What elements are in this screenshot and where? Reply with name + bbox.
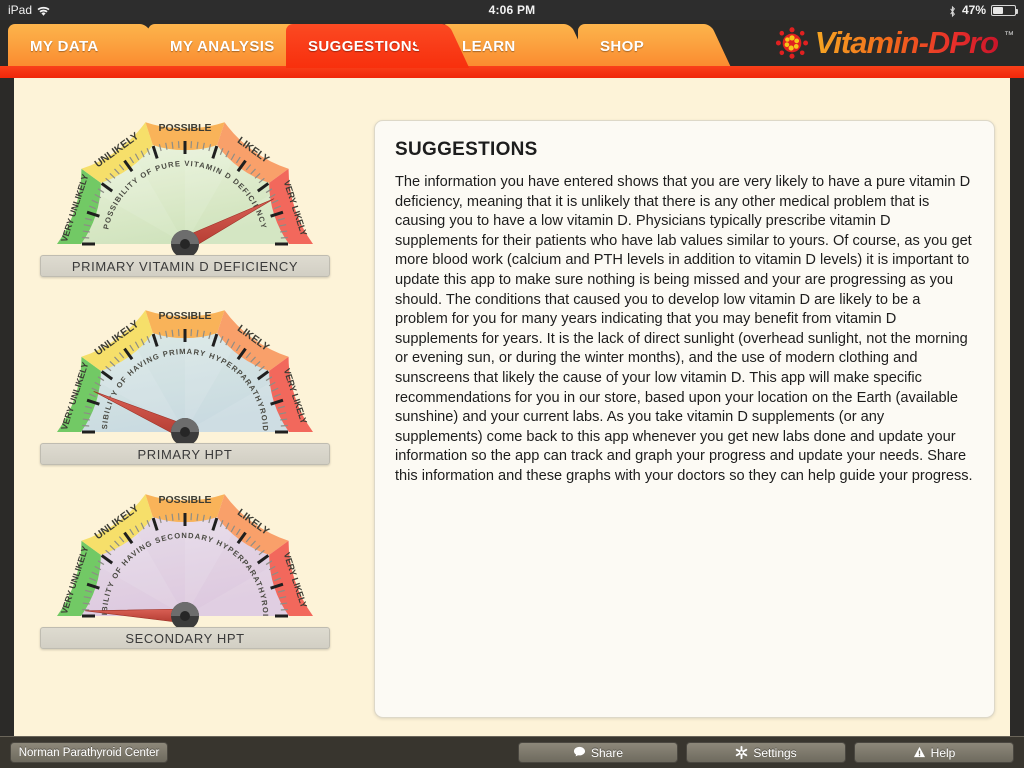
trademark-symbol: ™ — [1004, 30, 1014, 41]
svg-text:POSSIBLE: POSSIBLE — [158, 494, 211, 506]
panel-title: SUGGESTIONS — [395, 139, 538, 160]
battery-icon — [991, 4, 1018, 16]
gear-icon — [735, 746, 748, 759]
tab-my-data[interactable]: MY DATA — [8, 24, 168, 68]
gauge-secondary-hpt: VERY UNLIKELY UNLIKELY POSSIBLE LIKELY VERY … — [40, 480, 330, 649]
norman-parathyroid-center-button[interactable]: Norman Parathyroid Center — [10, 742, 168, 763]
tab-underline-bar — [0, 66, 1024, 78]
app-window: iPad 4:06 PM 47% MY DATA MY ANALYSIS SUG… — [0, 0, 1024, 768]
button-label: Share — [590, 745, 624, 760]
help-button[interactable]: Help — [854, 742, 1014, 763]
svg-text:POSSIBLE: POSSIBLE — [158, 122, 211, 134]
app-logo: Vitamin-DPro ™ — [775, 22, 1014, 64]
tab-label: MY DATA — [30, 37, 99, 55]
bluetooth-icon — [948, 5, 957, 18]
ios-status-bar: iPad 4:06 PM 47% — [0, 0, 1024, 20]
tab-label: MY ANALYSIS — [170, 37, 275, 55]
bottom-toolbar: Norman Parathyroid Center Share Settings… — [0, 736, 1024, 768]
tab-label: LEARN — [462, 37, 516, 55]
gauge-dial: VERY UNLIKELY UNLIKELY POSSIBLE LIKELY VERY … — [40, 108, 330, 258]
gauge-primary-hpt: VERY UNLIKELY UNLIKELY POSSIBLE LIKELY VERY … — [40, 296, 330, 465]
gauge-dial: VERY UNLIKELY UNLIKELY POSSIBLE LIKELY VERY … — [40, 296, 330, 446]
svg-text:POSSIBLE: POSSIBLE — [158, 310, 211, 322]
tab-label: SUGGESTIONS — [308, 37, 423, 55]
gauge-dial: VERY UNLIKELY UNLIKELY POSSIBLE LIKELY VERY … — [40, 480, 330, 630]
gauge-caption: SECONDARY HPT — [40, 627, 330, 649]
panel-body-text: The information you have entered shows t… — [395, 174, 973, 484]
status-clock: 4:06 PM — [488, 3, 536, 17]
content-area: VERY UNLIKELY UNLIKELY POSSIBLE LIKELY VERY … — [14, 78, 1010, 736]
speech-bubble-icon — [573, 746, 586, 759]
status-right: 47% — [948, 0, 1018, 20]
button-label: Help — [930, 745, 956, 760]
gauge-caption: PRIMARY VITAMIN D DEFICIENCY — [40, 255, 330, 277]
button-label: Settings — [753, 745, 797, 760]
gauge-primary-vitamin-d-deficiency: VERY UNLIKELY UNLIKELY POSSIBLE LIKELY VERY … — [40, 108, 330, 277]
brand-name: Vitamin-DPro — [814, 25, 999, 60]
warning-triangle-icon — [913, 746, 926, 759]
button-label: Norman Parathyroid Center — [18, 746, 160, 759]
tab-shop[interactable]: SHOP — [578, 24, 732, 68]
sun-molecule-icon — [775, 26, 809, 60]
gauge-caption: PRIMARY HPT — [40, 443, 330, 465]
tab-suggestions[interactable]: SUGGESTIONS — [286, 24, 470, 68]
settings-button[interactable]: Settings — [686, 742, 846, 763]
tab-my-analysis[interactable]: MY ANALYSIS — [148, 24, 326, 68]
battery-percent: 47% — [961, 3, 986, 17]
share-button[interactable]: Share — [518, 742, 678, 763]
tab-label: SHOP — [600, 37, 645, 55]
suggestions-panel: SUGGESTIONS The information you have ent… — [374, 120, 995, 718]
